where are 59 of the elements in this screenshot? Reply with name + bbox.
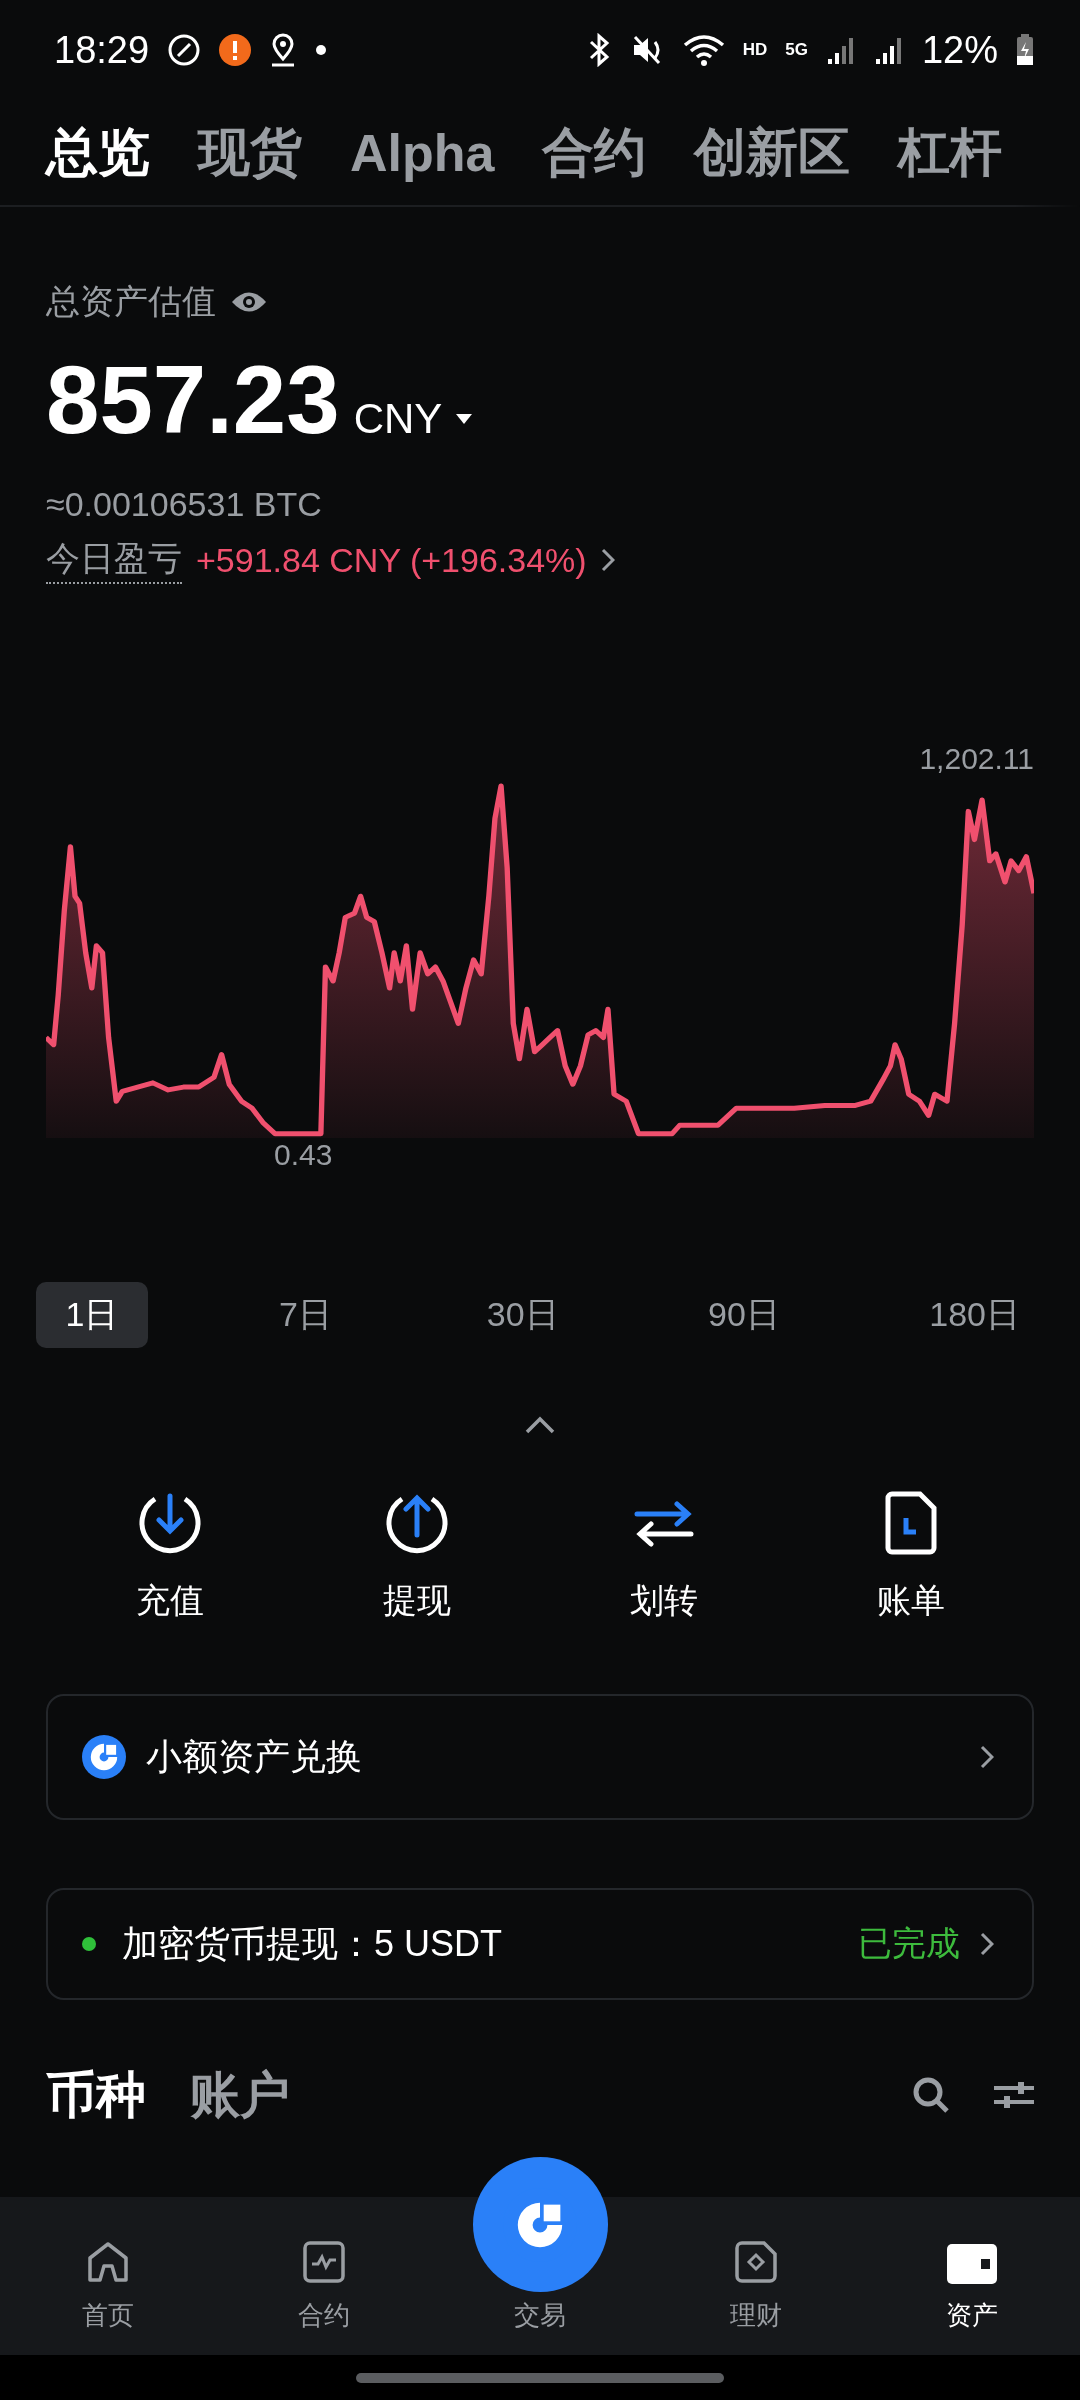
section-tab[interactable]: 币种 bbox=[46, 2061, 146, 2129]
convert-card[interactable]: 小额资产兑换 bbox=[46, 1694, 1034, 1820]
notice-card[interactable]: 加密货币提现：5 USDT 已完成 bbox=[46, 1888, 1034, 2000]
range-tab[interactable]: 7日 bbox=[249, 1282, 362, 1348]
dot-icon bbox=[315, 44, 328, 56]
action-button[interactable]: 划转 bbox=[540, 1490, 787, 1624]
network-label: 5G bbox=[785, 40, 808, 60]
wifi-icon bbox=[682, 33, 725, 67]
home-indicator[interactable] bbox=[356, 2372, 724, 2383]
status-dot bbox=[82, 1937, 96, 1951]
search-icon[interactable] bbox=[912, 2076, 950, 2114]
range-tab[interactable]: 1日 bbox=[36, 1282, 148, 1348]
notice-text: 加密货币提现：5 USDT bbox=[122, 1921, 504, 1966]
filter-icon[interactable] bbox=[994, 2080, 1034, 2110]
nav-item[interactable]: 合约 bbox=[216, 2197, 432, 2355]
action-button[interactable]: 充值 bbox=[46, 1490, 293, 1624]
pnl-label[interactable]: 今日盈亏 bbox=[46, 536, 182, 584]
range-tab[interactable]: 90日 bbox=[684, 1282, 804, 1348]
action-button[interactable]: 提现 bbox=[293, 1490, 540, 1624]
range-tab[interactable]: 180日 bbox=[905, 1282, 1044, 1348]
nav-item[interactable]: 资产 bbox=[864, 2197, 1080, 2355]
tab[interactable]: 现货 bbox=[198, 117, 302, 188]
tab[interactable]: Alpha bbox=[350, 122, 495, 183]
max-value-label: 1,202.11 bbox=[919, 742, 1034, 776]
battery-percent: 12% bbox=[921, 28, 998, 72]
range-tab[interactable]: 30日 bbox=[462, 1282, 583, 1348]
chevron-right-icon bbox=[980, 1745, 994, 1769]
nav-item[interactable]: 交易 bbox=[432, 2155, 648, 2355]
home-icon bbox=[86, 2240, 130, 2284]
alert-icon bbox=[219, 34, 252, 66]
section-tab[interactable]: 账户 bbox=[190, 2061, 290, 2129]
status-label: 已完成 bbox=[858, 1923, 960, 1964]
chart-icon bbox=[302, 2240, 346, 2284]
total-amount: 857.23 bbox=[46, 345, 340, 455]
battery-icon bbox=[1016, 34, 1034, 66]
convert-label: 小额资产兑换 bbox=[146, 1734, 363, 1779]
currency-selector[interactable]: CNY bbox=[353, 395, 473, 443]
total-assets-label: 总资产估值 bbox=[46, 281, 216, 322]
action-button[interactable]: 账单 bbox=[787, 1490, 1034, 1624]
hd-label: HD bbox=[742, 40, 768, 60]
caret-icon bbox=[456, 414, 473, 424]
wallet-icon bbox=[947, 2244, 997, 2284]
signal-icon bbox=[873, 35, 904, 65]
chevron-up-icon[interactable] bbox=[524, 1416, 556, 1434]
chevron-right-icon[interactable] bbox=[600, 548, 615, 572]
tab[interactable]: 合约 bbox=[542, 117, 647, 188]
nav-item[interactable]: 首页 bbox=[0, 2197, 216, 2355]
min-value-label: 0.43 bbox=[274, 1138, 334, 1172]
tab[interactable]: 杠杆 bbox=[898, 117, 1003, 188]
btc-equivalent: ≈0.00106531 BTC bbox=[46, 485, 323, 524]
pnl-value: +591.84 CNY (+196.34%) bbox=[196, 540, 587, 580]
nav-item[interactable]: 理财 bbox=[648, 2197, 864, 2355]
diamond-card-icon bbox=[734, 2240, 778, 2284]
logo-icon bbox=[82, 1735, 126, 1779]
tab[interactable]: 创新区 bbox=[694, 117, 851, 188]
tab[interactable]: 总览 bbox=[46, 117, 150, 188]
status-time: 18:29 bbox=[54, 28, 150, 72]
chevron-right-icon bbox=[980, 1932, 994, 1956]
signal-icon bbox=[825, 35, 856, 65]
